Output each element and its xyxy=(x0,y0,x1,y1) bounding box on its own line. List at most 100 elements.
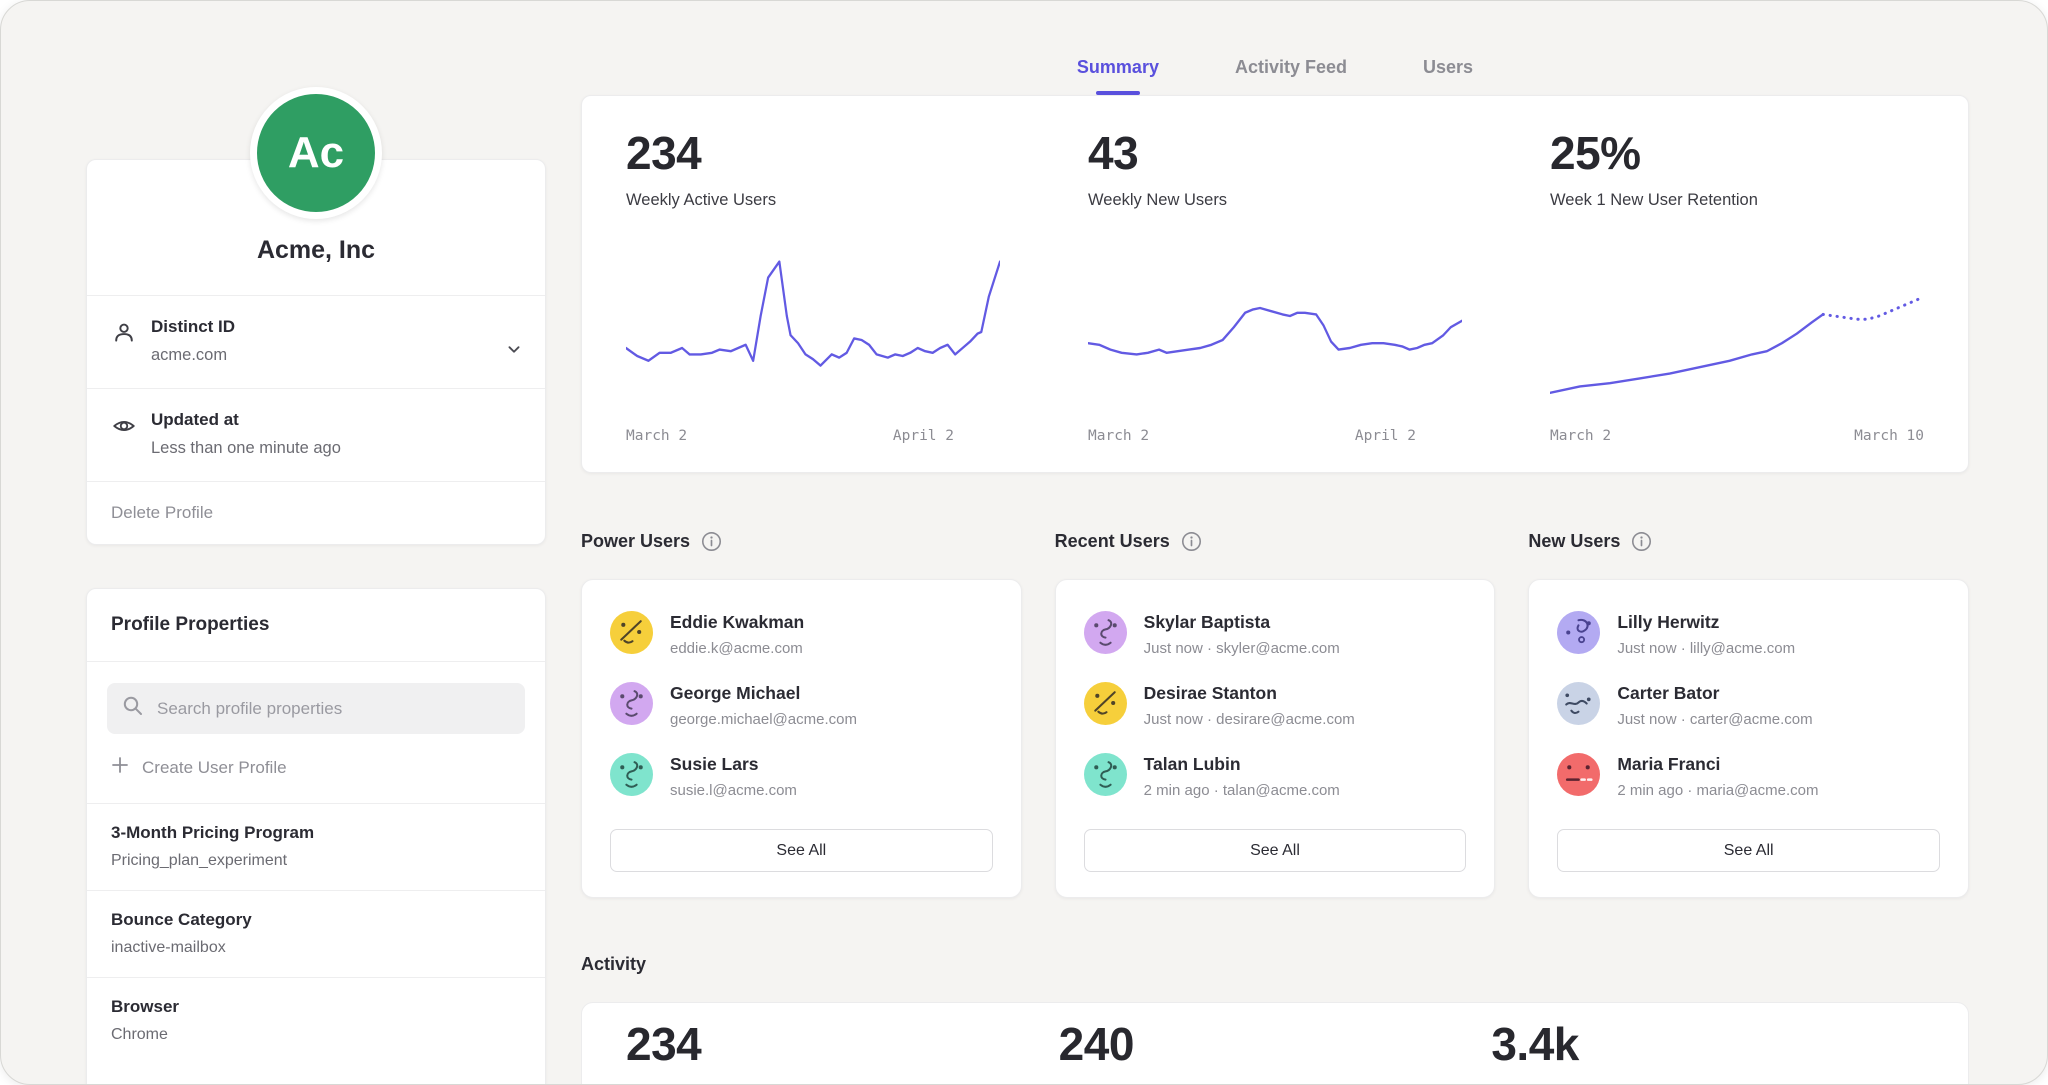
profile-properties-card: Profile Properties Create User Profile 3… xyxy=(86,588,546,1085)
user-avatar xyxy=(1084,753,1127,796)
user-name: Susie Lars xyxy=(670,753,797,775)
x-axis-labels: March 2April 2 xyxy=(626,428,1000,444)
activity-section: Activity 234 240 3.4k xyxy=(581,954,1969,1085)
activity-card: 234 240 3.4k xyxy=(581,1002,1969,1085)
user-detail: Just now · desirare@acme.com xyxy=(1144,711,1355,728)
updated-at-value: Less than one minute ago xyxy=(151,439,495,458)
stat-label: Weekly Active Users xyxy=(626,191,1000,210)
updated-at-label: Updated at xyxy=(151,410,495,430)
user-name: Skylar Baptista xyxy=(1144,611,1340,633)
list-item: Talan Lubin 2 min ago · talan@acme.com xyxy=(1084,753,1467,799)
tab-bar: Summary Activity Feed Users xyxy=(581,1,1969,95)
weekly-new-users-chart xyxy=(1088,252,1462,412)
user-name: Lilly Herwitz xyxy=(1617,611,1795,633)
distinct-id-row: Distinct ID acme.com xyxy=(87,295,545,388)
property-item: Bounce Category inactive-mailbox xyxy=(87,890,545,977)
user-sections: Power Users Eddie Kwakman eddie.k@acme.c… xyxy=(581,531,1969,898)
new-users-title: New Users xyxy=(1528,531,1620,552)
property-item: Browser Chrome xyxy=(87,977,545,1064)
list-item: Desirae Stanton Just now · desirare@acme… xyxy=(1084,682,1467,728)
recent-users-section: Recent Users Skylar Baptista Just now · … xyxy=(1055,531,1496,898)
stat-value: 234 xyxy=(626,126,1000,180)
stat-label: Week 1 New User Retention xyxy=(1550,191,1924,210)
activity-title: Activity xyxy=(581,954,1969,975)
user-name: Maria Franci xyxy=(1617,753,1818,775)
user-avatar xyxy=(610,753,653,796)
list-item: Maria Franci 2 min ago · maria@acme.com xyxy=(1557,753,1940,799)
user-name: Carter Bator xyxy=(1617,682,1812,704)
user-avatar xyxy=(1557,611,1600,654)
list-item: Lilly Herwitz Just now · lilly@acme.com xyxy=(1557,611,1940,657)
create-user-profile-button[interactable]: Create User Profile xyxy=(87,734,545,803)
new-users-section: New Users Lilly Herwitz Just now · lilly… xyxy=(1528,531,1969,898)
weekly-active-users-chart xyxy=(626,252,1000,412)
activity-stat: 3.4k xyxy=(1491,1017,1924,1085)
chevron-down-icon[interactable] xyxy=(503,338,525,365)
tab-summary[interactable]: Summary xyxy=(1077,57,1159,95)
recent-users-title: Recent Users xyxy=(1055,531,1170,552)
power-users-section: Power Users Eddie Kwakman eddie.k@acme.c… xyxy=(581,531,1022,898)
user-avatar xyxy=(610,611,653,654)
see-all-button[interactable]: See All xyxy=(1557,829,1940,872)
list-item: Eddie Kwakman eddie.k@acme.com xyxy=(610,611,993,657)
user-avatar xyxy=(1084,682,1127,725)
plus-icon xyxy=(111,756,129,779)
user-detail: 2 min ago · talan@acme.com xyxy=(1144,782,1340,799)
see-all-button[interactable]: See All xyxy=(610,829,993,872)
user-detail: Just now · skyler@acme.com xyxy=(1144,640,1340,657)
search-icon xyxy=(122,695,144,722)
see-all-button[interactable]: See All xyxy=(1084,829,1467,872)
tab-activity-feed[interactable]: Activity Feed xyxy=(1235,57,1347,95)
distinct-id-label: Distinct ID xyxy=(151,317,495,337)
company-avatar: Ac xyxy=(250,87,382,219)
user-name: George Michael xyxy=(670,682,857,704)
profile-properties-search xyxy=(107,683,525,734)
user-avatar xyxy=(1557,682,1600,725)
x-axis-labels: March 2April 2 xyxy=(1088,428,1462,444)
distinct-id-value: acme.com xyxy=(151,346,495,365)
activity-stat: 240 xyxy=(1059,1017,1492,1085)
property-value: inactive-mailbox xyxy=(111,939,521,957)
new-users-card: Lilly Herwitz Just now · lilly@acme.com … xyxy=(1528,579,1969,898)
user-name: Desirae Stanton xyxy=(1144,682,1355,704)
power-users-title: Power Users xyxy=(581,531,690,552)
recent-users-card: Skylar Baptista Just now · skyler@acme.c… xyxy=(1055,579,1496,898)
user-avatar xyxy=(1557,753,1600,796)
stat-weekly-new-users: 43 Weekly New Users March 2April 2 xyxy=(1044,96,1506,472)
week1-retention-chart xyxy=(1550,252,1924,412)
create-user-profile-label: Create User Profile xyxy=(142,758,287,778)
user-detail: Just now · lilly@acme.com xyxy=(1617,640,1795,657)
activity-stat: 234 xyxy=(626,1017,1059,1085)
user-detail: george.michael@acme.com xyxy=(670,711,857,728)
list-item: Carter Bator Just now · carter@acme.com xyxy=(1557,682,1940,728)
user-name: Eddie Kwakman xyxy=(670,611,804,633)
info-icon[interactable] xyxy=(1631,531,1652,552)
search-input[interactable] xyxy=(155,698,510,720)
list-item: George Michael george.michael@acme.com xyxy=(610,682,993,728)
user-detail: Just now · carter@acme.com xyxy=(1617,711,1812,728)
user-detail: susie.l@acme.com xyxy=(670,782,797,799)
property-label: Browser xyxy=(111,997,521,1017)
user-detail: 2 min ago · maria@acme.com xyxy=(1617,782,1818,799)
tab-users[interactable]: Users xyxy=(1423,57,1473,95)
info-icon[interactable] xyxy=(1181,531,1202,552)
delete-profile-button[interactable]: Delete Profile xyxy=(87,481,545,544)
main-content: Summary Activity Feed Users 234 Weekly A… xyxy=(581,1,1969,1085)
property-value: Pricing_plan_experiment xyxy=(111,852,521,870)
company-profile-window: Ac Acme, Inc Distinct ID acme.com Update… xyxy=(0,0,2048,1085)
stat-label: Weekly New Users xyxy=(1088,191,1462,210)
x-axis-labels: March 2March 10 xyxy=(1550,428,1924,444)
stat-value: 43 xyxy=(1088,126,1462,180)
stat-value: 25% xyxy=(1550,126,1924,180)
info-icon[interactable] xyxy=(701,531,722,552)
user-detail: eddie.k@acme.com xyxy=(670,640,804,657)
person-icon xyxy=(111,320,137,351)
user-avatar xyxy=(1084,611,1127,654)
stat-weekly-active-users: 234 Weekly Active Users March 2April 2 xyxy=(582,96,1044,472)
profile-properties-title: Profile Properties xyxy=(87,589,545,662)
updated-at-row: Updated at Less than one minute ago xyxy=(87,388,545,481)
stat-week1-retention: 25% Week 1 New User Retention March 2Mar… xyxy=(1506,96,1968,472)
list-item: Skylar Baptista Just now · skyler@acme.c… xyxy=(1084,611,1467,657)
property-label: Bounce Category xyxy=(111,910,521,930)
power-users-card: Eddie Kwakman eddie.k@acme.com George Mi… xyxy=(581,579,1022,898)
